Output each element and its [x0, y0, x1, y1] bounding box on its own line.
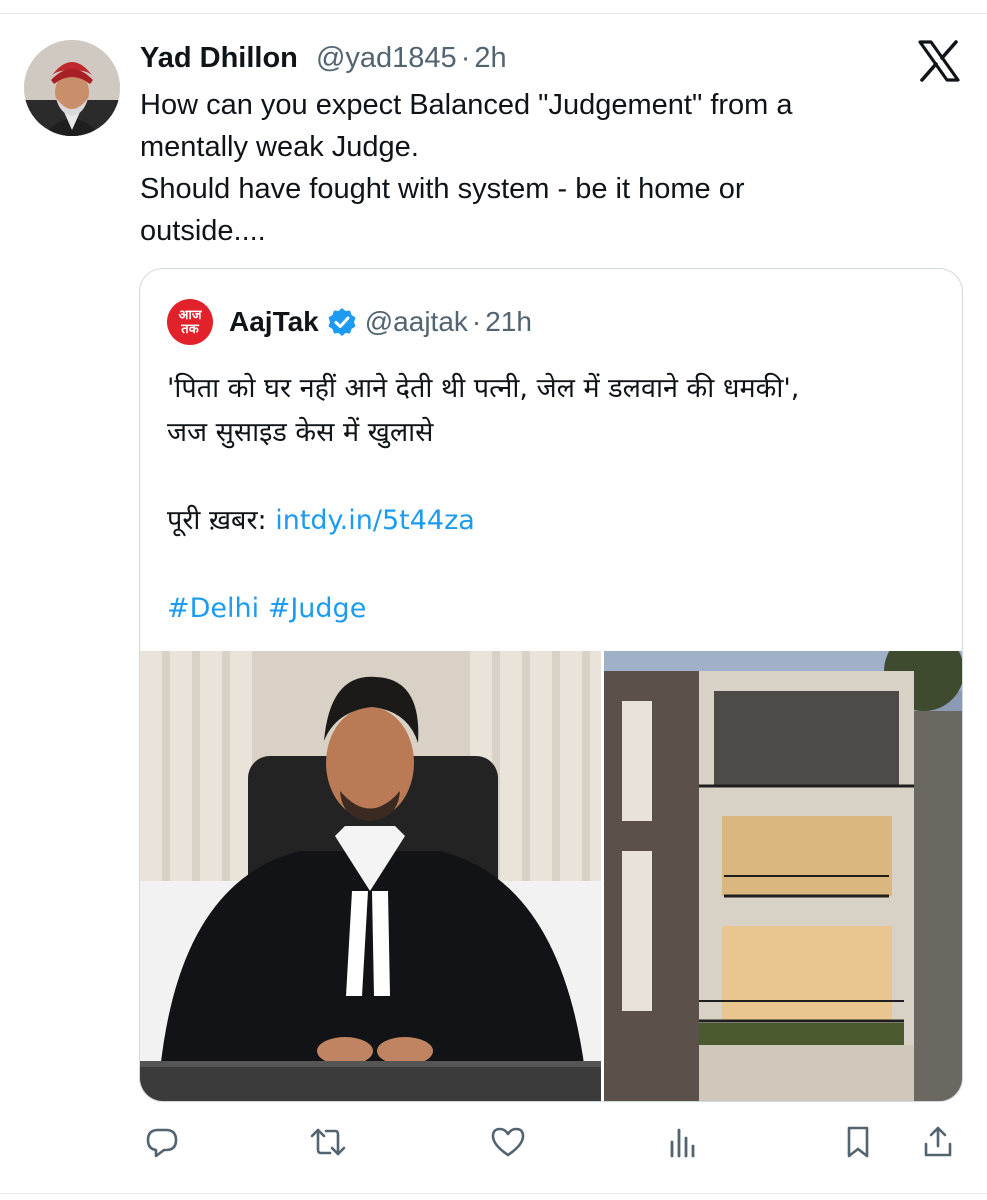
hashtags[interactable]: #Delhi #Judge — [167, 587, 947, 631]
author-name[interactable]: Yad Dhillon — [140, 42, 298, 74]
media-image-building[interactable] — [604, 631, 962, 1101]
tweet-time[interactable]: 2h — [474, 42, 506, 74]
views-icon[interactable] — [660, 1120, 704, 1164]
article-link[interactable]: intdy.in/5t44za — [275, 505, 475, 536]
quoted-author-handle[interactable]: @aajtak — [365, 306, 468, 338]
retweet-icon[interactable] — [306, 1120, 350, 1164]
tweet-text: How can you expect Balanced "Judgement" … — [140, 84, 920, 252]
tweet-text-line: outside.... — [140, 215, 266, 247]
quoted-tweet-card[interactable]: आज तक AajTak @aajtak · 21h 'पिता को घर नही… — [139, 268, 963, 1102]
meta-separator: · — [460, 42, 471, 74]
tweet-header: Yad Dhillon @yad1845 · 2h — [140, 40, 507, 76]
quoted-tweet-time[interactable]: 21h — [485, 306, 532, 338]
reply-icon[interactable] — [140, 1120, 184, 1164]
quoted-text-line: जज सुसाइड केस में खुलासे — [167, 417, 434, 448]
tweet-text-line: mentally weak Judge. — [140, 131, 419, 163]
author-avatar[interactable] — [24, 40, 120, 136]
aajtak-logo[interactable]: आज तक — [167, 299, 213, 345]
author-handle[interactable]: @yad1845 — [316, 42, 457, 74]
tweet-text-line: Should have fought with system - be it h… — [140, 173, 745, 205]
quoted-text-line: 'पिता को घर नहीं आने देती थी पत्नी, जेल … — [167, 373, 800, 404]
tweet-action-bar — [0, 1120, 987, 1168]
tweet-text-line: How can you expect Balanced "Judgement" … — [140, 89, 793, 121]
verified-badge-icon — [327, 307, 357, 337]
quoted-tweet-text: 'पिता को घर नहीं आने देती थी पत्नी, जेल … — [167, 367, 947, 631]
bottom-divider — [0, 1193, 987, 1194]
quoted-meta-separator: · — [471, 306, 482, 337]
x-logo-icon — [916, 38, 962, 84]
quoted-tweet-header: आज तक AajTak @aajtak · 21h — [167, 299, 532, 345]
like-icon[interactable] — [486, 1120, 530, 1164]
share-icon[interactable] — [916, 1120, 960, 1164]
quoted-author-name[interactable]: AajTak — [229, 306, 319, 338]
top-divider — [0, 13, 987, 14]
media-image-judge[interactable] — [140, 651, 601, 1101]
link-line: पूरी ख़बर: intdy.in/5t44za — [167, 499, 947, 543]
bookmark-icon[interactable] — [836, 1120, 880, 1164]
link-prefix: पूरी ख़बर: — [167, 505, 267, 536]
